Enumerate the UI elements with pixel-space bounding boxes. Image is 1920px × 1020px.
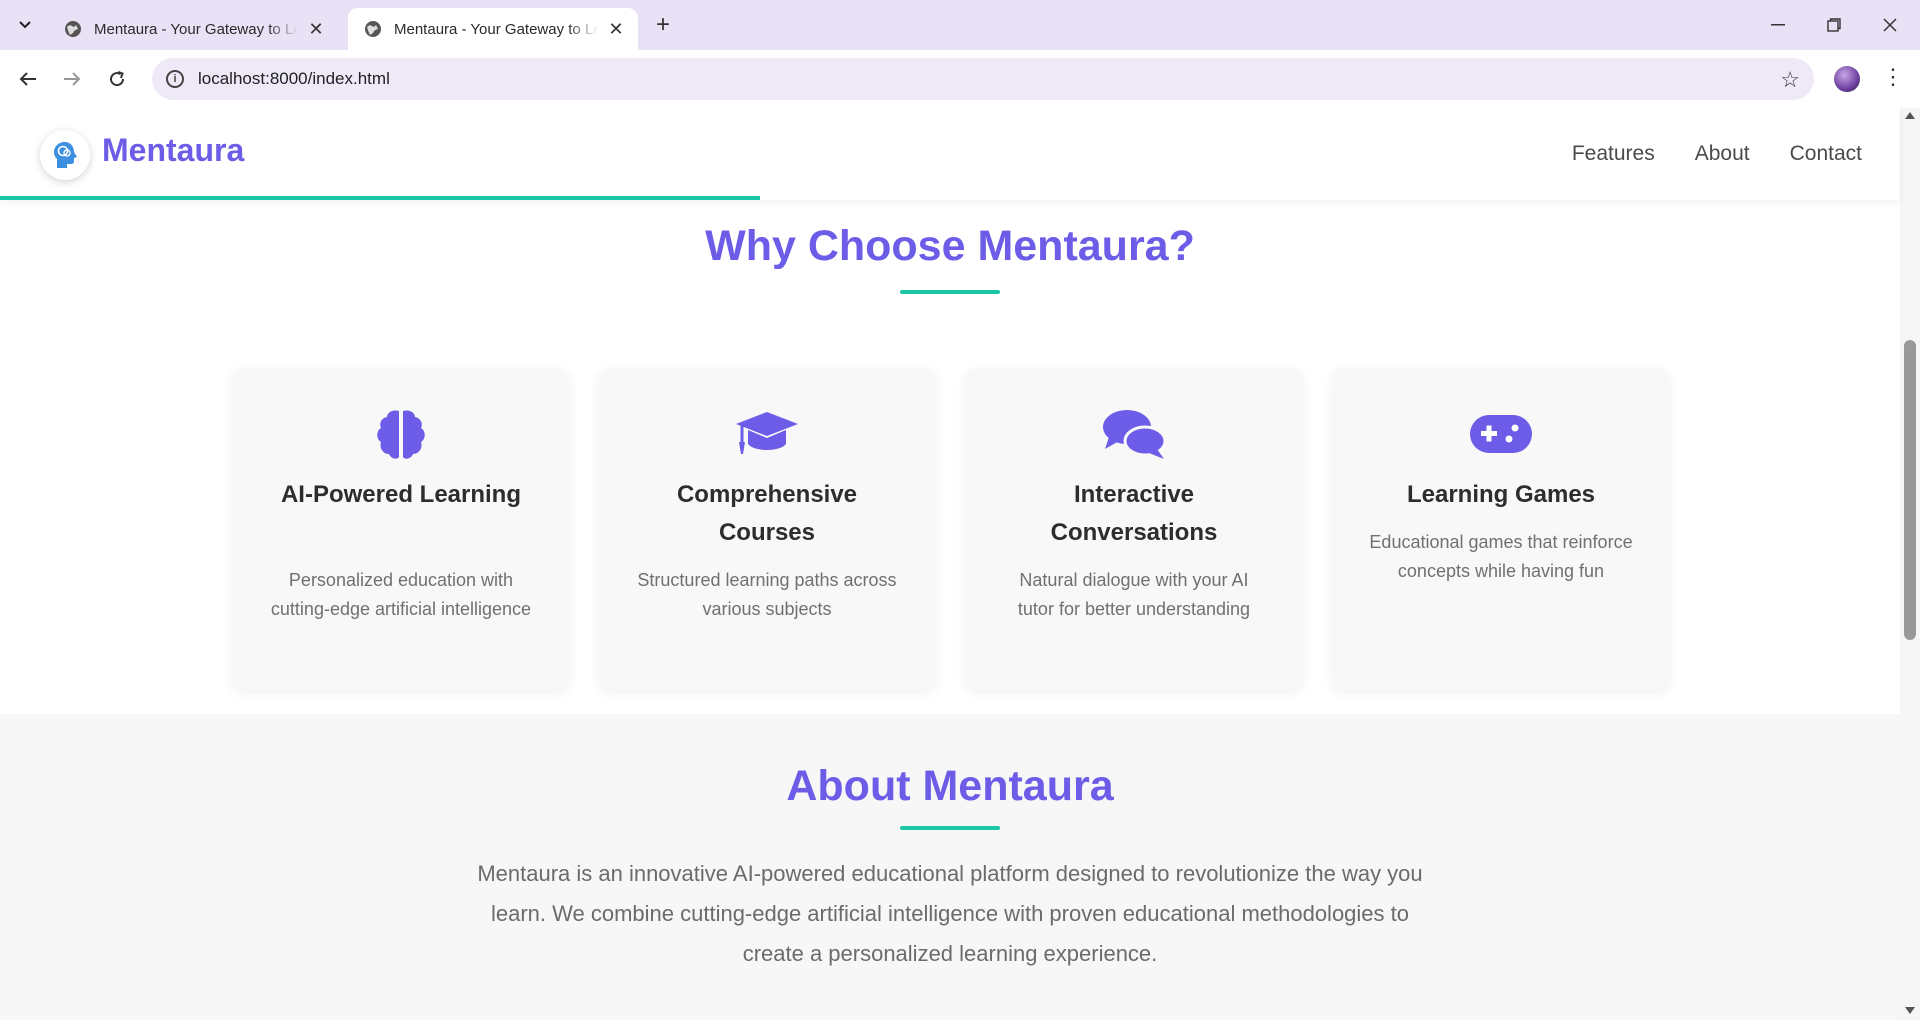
globe-icon	[65, 21, 81, 37]
main-nav: Features About Contact	[1572, 142, 1862, 166]
comments-icon	[965, 406, 1303, 462]
title-underline	[900, 826, 1000, 830]
reload-icon	[110, 71, 125, 87]
feature-description: Educational games that reinforce concept…	[1369, 532, 1633, 581]
feature-title: Interactive Conversations	[1050, 481, 1218, 546]
new-tab-button[interactable]: +	[650, 12, 676, 38]
brain-head-icon	[54, 142, 77, 168]
feature-description: Natural dialogue with your AI tutor for …	[1017, 570, 1251, 619]
scroll-down-arrow-icon[interactable]	[1905, 1007, 1915, 1014]
nav-link-contact[interactable]: Contact	[1790, 142, 1862, 166]
profile-avatar[interactable]	[1834, 66, 1860, 92]
browser-tab[interactable]: Mentaura - Your Gateway to Learning ✕	[48, 8, 338, 50]
title-underline	[900, 290, 1000, 294]
feature-description: Structured learning paths across various…	[637, 570, 897, 619]
brain-icon	[232, 406, 570, 462]
about-section: About Mentaura Mentaura is an innovative…	[0, 714, 1900, 1020]
feature-description: Personalized education with cutting-edge…	[270, 570, 532, 619]
gamepad-icon	[1332, 406, 1670, 462]
features-title: Why Choose Mentaura?	[705, 222, 1195, 270]
scroll-up-arrow-icon[interactable]	[1905, 112, 1915, 119]
page-scrollbar[interactable]	[1900, 108, 1920, 1020]
feature-card-courses: Comprehensive Courses Structured learnin…	[598, 368, 936, 690]
back-button[interactable]	[12, 63, 44, 95]
site-header: Mentaura Features About Contact	[0, 108, 1900, 200]
feature-card-ai: AI-Powered Learning Personalized educati…	[232, 368, 570, 690]
feature-title: AI-Powered Learning	[280, 481, 522, 508]
site-info-icon[interactable]: i	[166, 70, 184, 88]
close-window-button[interactable]	[1862, 0, 1918, 50]
restore-button[interactable]	[1806, 0, 1862, 50]
close-tab-icon[interactable]: ✕	[606, 19, 626, 39]
restore-icon	[1827, 18, 1841, 32]
url-text[interactable]: localhost:8000/index.html	[198, 69, 390, 89]
about-title: About Mentaura	[786, 762, 1114, 810]
address-bar[interactable]: i localhost:8000/index.html ☆	[152, 58, 1814, 100]
scrollbar-thumb[interactable]	[1904, 340, 1916, 640]
close-tab-icon[interactable]: ✕	[306, 19, 326, 39]
tab-title: Mentaura - Your Gateway to Learning	[394, 20, 598, 38]
nav-link-about[interactable]: About	[1695, 142, 1750, 166]
reload-button[interactable]	[101, 63, 133, 95]
tab-title: Mentaura - Your Gateway to Learning	[94, 20, 298, 38]
brand-name[interactable]: Mentaura	[102, 132, 244, 169]
minimize-button[interactable]	[1750, 0, 1806, 50]
browser-tab-active[interactable]: Mentaura - Your Gateway to Learning ✕	[348, 8, 638, 50]
page-viewport: Mentaura Features About Contact Why Choo…	[0, 108, 1920, 1020]
browser-tab-bar: Mentaura - Your Gateway to Learning ✕ Me…	[0, 0, 1920, 50]
forward-button[interactable]	[56, 63, 88, 95]
feature-title: Learning Games	[1406, 481, 1596, 508]
logo[interactable]	[40, 130, 90, 180]
browser-toolbar: i localhost:8000/index.html ☆ ⋮	[0, 50, 1920, 108]
scroll-progress-bar	[0, 196, 760, 200]
minimize-icon	[1771, 24, 1785, 26]
back-arrow-icon	[19, 72, 36, 86]
close-icon	[1883, 18, 1897, 32]
feature-card-games: Learning Games Educational games that re…	[1332, 368, 1670, 690]
forward-arrow-icon	[64, 72, 81, 86]
chevron-down-icon	[19, 21, 31, 29]
feature-card-conversations: Interactive Conversations Natural dialog…	[965, 368, 1303, 690]
browser-menu-icon[interactable]: ⋮	[1882, 64, 1904, 90]
globe-icon	[365, 21, 381, 37]
feature-title: Comprehensive Courses	[676, 481, 858, 546]
about-paragraph: Mentaura is an innovative AI-powered edu…	[477, 861, 1423, 966]
graduation-cap-icon	[598, 406, 936, 462]
bookmark-star-icon[interactable]: ☆	[1780, 67, 1800, 93]
nav-link-features[interactable]: Features	[1572, 142, 1655, 166]
tab-search-button[interactable]	[9, 9, 41, 41]
